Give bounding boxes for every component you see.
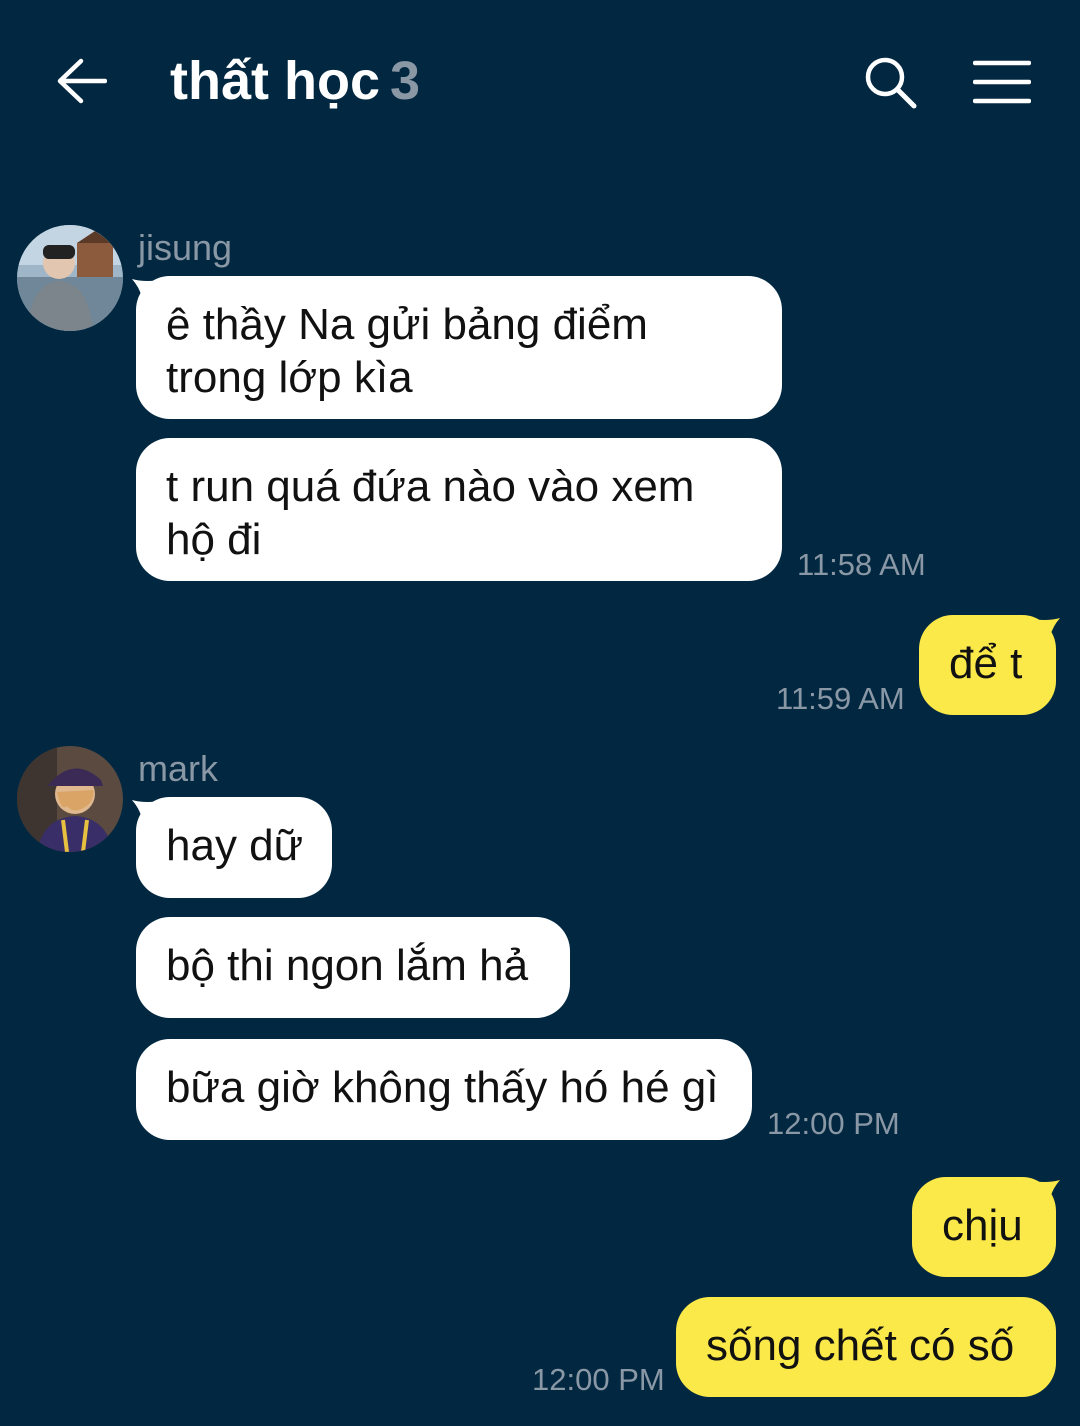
message-bubble[interactable]: hay dữ <box>136 797 332 898</box>
chat-name: thất học <box>170 51 380 111</box>
back-button[interactable] <box>50 50 112 112</box>
message-bubble[interactable]: để t <box>919 615 1056 715</box>
message-text: hộ đi <box>166 515 262 564</box>
avatar-mark[interactable] <box>17 746 123 852</box>
search-button[interactable] <box>858 50 922 114</box>
profile-photo-icon <box>17 225 123 331</box>
avatar-jisung[interactable] <box>17 225 123 331</box>
message-text: bộ thi ngon lắm hả <box>166 941 529 990</box>
message-text: sống chết có số <box>706 1321 1015 1370</box>
menu-button[interactable] <box>968 50 1036 114</box>
sender-name: mark <box>138 748 218 789</box>
message-bubble[interactable]: sống chết có số <box>676 1297 1056 1397</box>
message-bubble[interactable]: bữa giờ không thấy hó hé gì <box>136 1039 752 1140</box>
message-bubble[interactable]: bộ thi ngon lắm hả <box>136 917 570 1018</box>
member-count: 3 <box>390 51 421 111</box>
message-timestamp: 11:59 AM <box>776 681 905 716</box>
message-text: trong lớp kìa <box>166 353 413 402</box>
message-bubble[interactable]: t run quá đứa nào vào xem hộ đi <box>136 438 782 581</box>
message-text: ê thầy Na gửi bảng điểm <box>166 300 648 349</box>
chat-title: thất học 3 <box>170 48 420 114</box>
message-text: hay dữ <box>166 821 304 870</box>
message-bubble[interactable]: ê thầy Na gửi bảng điểm trong lớp kìa <box>136 276 782 419</box>
arrow-left-icon <box>57 58 107 104</box>
message-timestamp: 12:00 PM <box>767 1106 900 1141</box>
message-timestamp: 12:00 PM <box>532 1362 665 1397</box>
profile-photo-icon <box>17 746 123 852</box>
message-text: t run quá đứa nào vào xem <box>166 462 695 511</box>
menu-icon <box>973 60 1031 104</box>
chat-header: thất học 3 <box>0 0 1080 160</box>
search-icon <box>865 57 917 109</box>
message-text: chịu <box>942 1201 1023 1250</box>
sender-name: jisung <box>138 227 233 268</box>
message-text: để t <box>949 639 1023 688</box>
message-text: bữa giờ không thấy hó hé gì <box>166 1063 719 1112</box>
message-timestamp: 11:58 AM <box>797 547 926 582</box>
message-bubble[interactable]: chịu <box>912 1177 1056 1277</box>
